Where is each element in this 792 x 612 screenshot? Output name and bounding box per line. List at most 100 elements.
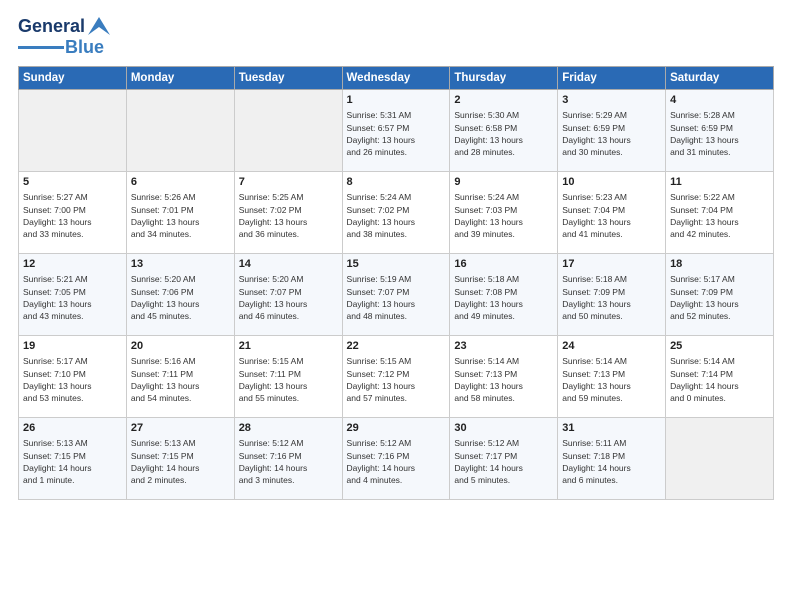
day-number: 17	[562, 257, 661, 272]
calendar-cell: 11Sunrise: 5:22 AMSunset: 7:04 PMDayligh…	[666, 172, 774, 254]
day-info: Sunrise: 5:23 AMSunset: 7:04 PMDaylight:…	[562, 191, 661, 240]
day-number: 15	[347, 257, 446, 272]
calendar-cell: 1Sunrise: 5:31 AMSunset: 6:57 PMDaylight…	[342, 90, 450, 172]
day-number: 7	[239, 175, 338, 190]
day-info: Sunrise: 5:14 AMSunset: 7:13 PMDaylight:…	[562, 355, 661, 404]
logo-blue: Blue	[65, 37, 104, 58]
weekday-header: Sunday	[19, 67, 127, 90]
day-number: 5	[23, 175, 122, 190]
day-number: 31	[562, 421, 661, 436]
day-number: 10	[562, 175, 661, 190]
calendar-cell: 17Sunrise: 5:18 AMSunset: 7:09 PMDayligh…	[558, 254, 666, 336]
day-number: 19	[23, 339, 122, 354]
weekday-header: Tuesday	[234, 67, 342, 90]
day-info: Sunrise: 5:12 AMSunset: 7:17 PMDaylight:…	[454, 437, 553, 486]
calendar-week-row: 5Sunrise: 5:27 AMSunset: 7:00 PMDaylight…	[19, 172, 774, 254]
calendar-cell: 19Sunrise: 5:17 AMSunset: 7:10 PMDayligh…	[19, 336, 127, 418]
calendar-cell	[126, 90, 234, 172]
day-number: 18	[670, 257, 769, 272]
day-number: 13	[131, 257, 230, 272]
day-info: Sunrise: 5:18 AMSunset: 7:08 PMDaylight:…	[454, 273, 553, 322]
day-info: Sunrise: 5:20 AMSunset: 7:07 PMDaylight:…	[239, 273, 338, 322]
calendar-cell: 28Sunrise: 5:12 AMSunset: 7:16 PMDayligh…	[234, 418, 342, 500]
calendar-week-row: 26Sunrise: 5:13 AMSunset: 7:15 PMDayligh…	[19, 418, 774, 500]
weekday-header: Thursday	[450, 67, 558, 90]
day-number: 12	[23, 257, 122, 272]
day-info: Sunrise: 5:24 AMSunset: 7:03 PMDaylight:…	[454, 191, 553, 240]
calendar-cell: 15Sunrise: 5:19 AMSunset: 7:07 PMDayligh…	[342, 254, 450, 336]
day-info: Sunrise: 5:24 AMSunset: 7:02 PMDaylight:…	[347, 191, 446, 240]
day-info: Sunrise: 5:15 AMSunset: 7:11 PMDaylight:…	[239, 355, 338, 404]
logo: General Blue	[18, 16, 110, 58]
day-number: 22	[347, 339, 446, 354]
day-info: Sunrise: 5:16 AMSunset: 7:11 PMDaylight:…	[131, 355, 230, 404]
day-info: Sunrise: 5:27 AMSunset: 7:00 PMDaylight:…	[23, 191, 122, 240]
calendar-cell: 30Sunrise: 5:12 AMSunset: 7:17 PMDayligh…	[450, 418, 558, 500]
day-number: 29	[347, 421, 446, 436]
day-number: 28	[239, 421, 338, 436]
calendar-cell: 4Sunrise: 5:28 AMSunset: 6:59 PMDaylight…	[666, 90, 774, 172]
day-number: 14	[239, 257, 338, 272]
day-number: 11	[670, 175, 769, 190]
weekday-header: Saturday	[666, 67, 774, 90]
day-info: Sunrise: 5:13 AMSunset: 7:15 PMDaylight:…	[131, 437, 230, 486]
day-info: Sunrise: 5:20 AMSunset: 7:06 PMDaylight:…	[131, 273, 230, 322]
day-info: Sunrise: 5:26 AMSunset: 7:01 PMDaylight:…	[131, 191, 230, 240]
day-number: 9	[454, 175, 553, 190]
weekday-header: Monday	[126, 67, 234, 90]
weekday-header: Wednesday	[342, 67, 450, 90]
calendar-cell: 23Sunrise: 5:14 AMSunset: 7:13 PMDayligh…	[450, 336, 558, 418]
day-number: 2	[454, 93, 553, 108]
day-number: 20	[131, 339, 230, 354]
day-number: 24	[562, 339, 661, 354]
calendar-cell: 18Sunrise: 5:17 AMSunset: 7:09 PMDayligh…	[666, 254, 774, 336]
day-number: 6	[131, 175, 230, 190]
calendar-cell: 26Sunrise: 5:13 AMSunset: 7:15 PMDayligh…	[19, 418, 127, 500]
calendar-cell: 20Sunrise: 5:16 AMSunset: 7:11 PMDayligh…	[126, 336, 234, 418]
calendar-cell: 5Sunrise: 5:27 AMSunset: 7:00 PMDaylight…	[19, 172, 127, 254]
calendar-week-row: 1Sunrise: 5:31 AMSunset: 6:57 PMDaylight…	[19, 90, 774, 172]
day-info: Sunrise: 5:14 AMSunset: 7:13 PMDaylight:…	[454, 355, 553, 404]
day-info: Sunrise: 5:21 AMSunset: 7:05 PMDaylight:…	[23, 273, 122, 322]
calendar-week-row: 12Sunrise: 5:21 AMSunset: 7:05 PMDayligh…	[19, 254, 774, 336]
calendar-cell	[234, 90, 342, 172]
day-info: Sunrise: 5:28 AMSunset: 6:59 PMDaylight:…	[670, 109, 769, 158]
calendar-cell	[666, 418, 774, 500]
calendar-cell: 7Sunrise: 5:25 AMSunset: 7:02 PMDaylight…	[234, 172, 342, 254]
calendar-cell	[19, 90, 127, 172]
day-info: Sunrise: 5:14 AMSunset: 7:14 PMDaylight:…	[670, 355, 769, 404]
calendar-cell: 29Sunrise: 5:12 AMSunset: 7:16 PMDayligh…	[342, 418, 450, 500]
calendar-cell: 24Sunrise: 5:14 AMSunset: 7:13 PMDayligh…	[558, 336, 666, 418]
day-info: Sunrise: 5:12 AMSunset: 7:16 PMDaylight:…	[239, 437, 338, 486]
calendar-cell: 25Sunrise: 5:14 AMSunset: 7:14 PMDayligh…	[666, 336, 774, 418]
day-info: Sunrise: 5:12 AMSunset: 7:16 PMDaylight:…	[347, 437, 446, 486]
day-info: Sunrise: 5:19 AMSunset: 7:07 PMDaylight:…	[347, 273, 446, 322]
calendar-cell: 8Sunrise: 5:24 AMSunset: 7:02 PMDaylight…	[342, 172, 450, 254]
calendar-header-row: SundayMondayTuesdayWednesdayThursdayFrid…	[19, 67, 774, 90]
day-info: Sunrise: 5:17 AMSunset: 7:10 PMDaylight:…	[23, 355, 122, 404]
day-info: Sunrise: 5:30 AMSunset: 6:58 PMDaylight:…	[454, 109, 553, 158]
day-number: 27	[131, 421, 230, 436]
day-info: Sunrise: 5:18 AMSunset: 7:09 PMDaylight:…	[562, 273, 661, 322]
day-info: Sunrise: 5:11 AMSunset: 7:18 PMDaylight:…	[562, 437, 661, 486]
day-number: 16	[454, 257, 553, 272]
calendar-cell: 21Sunrise: 5:15 AMSunset: 7:11 PMDayligh…	[234, 336, 342, 418]
calendar-cell: 27Sunrise: 5:13 AMSunset: 7:15 PMDayligh…	[126, 418, 234, 500]
calendar-table: SundayMondayTuesdayWednesdayThursdayFrid…	[18, 66, 774, 500]
calendar-cell: 16Sunrise: 5:18 AMSunset: 7:08 PMDayligh…	[450, 254, 558, 336]
day-info: Sunrise: 5:13 AMSunset: 7:15 PMDaylight:…	[23, 437, 122, 486]
calendar-week-row: 19Sunrise: 5:17 AMSunset: 7:10 PMDayligh…	[19, 336, 774, 418]
calendar-cell: 22Sunrise: 5:15 AMSunset: 7:12 PMDayligh…	[342, 336, 450, 418]
day-number: 1	[347, 93, 446, 108]
calendar-cell: 31Sunrise: 5:11 AMSunset: 7:18 PMDayligh…	[558, 418, 666, 500]
day-number: 3	[562, 93, 661, 108]
day-number: 23	[454, 339, 553, 354]
day-number: 26	[23, 421, 122, 436]
day-number: 21	[239, 339, 338, 354]
calendar-cell: 13Sunrise: 5:20 AMSunset: 7:06 PMDayligh…	[126, 254, 234, 336]
calendar-cell: 14Sunrise: 5:20 AMSunset: 7:07 PMDayligh…	[234, 254, 342, 336]
page-header: General Blue	[18, 16, 774, 58]
day-info: Sunrise: 5:22 AMSunset: 7:04 PMDaylight:…	[670, 191, 769, 240]
day-info: Sunrise: 5:25 AMSunset: 7:02 PMDaylight:…	[239, 191, 338, 240]
calendar-cell: 10Sunrise: 5:23 AMSunset: 7:04 PMDayligh…	[558, 172, 666, 254]
